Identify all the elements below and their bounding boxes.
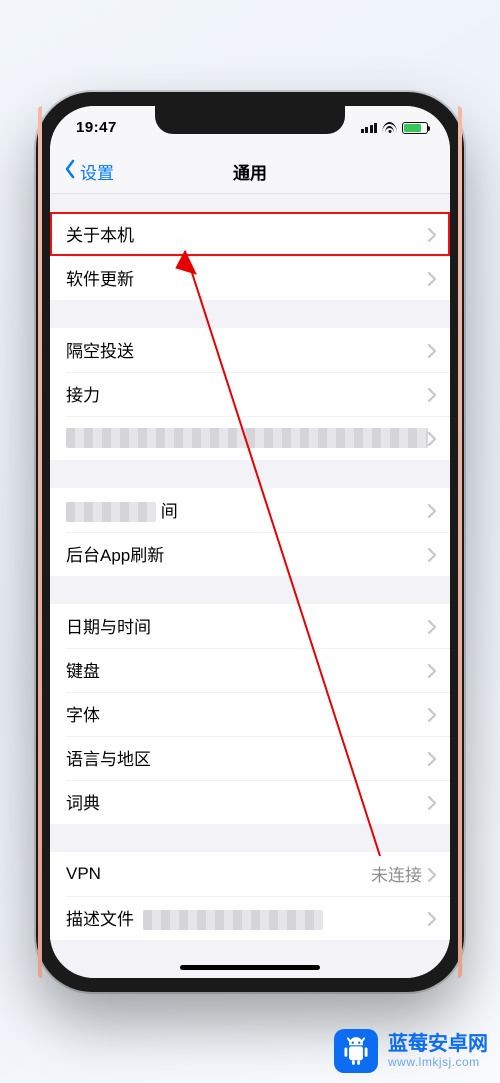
row-label: 后台App刷新 bbox=[66, 541, 428, 566]
row-keyboard[interactable]: 键盘 bbox=[50, 648, 450, 692]
phone-frame: 19:47 设置 通用 bbox=[36, 92, 464, 992]
row-label: 软件更新 bbox=[66, 265, 428, 290]
row-language-region[interactable]: 语言与地区 bbox=[50, 736, 450, 780]
chevron-right-icon bbox=[428, 503, 436, 517]
label-prefix: 描述文件 bbox=[66, 910, 134, 929]
chevron-right-icon bbox=[428, 867, 436, 881]
row-label: 键盘 bbox=[66, 657, 428, 682]
chevron-right-icon bbox=[428, 707, 436, 721]
nav-bar: 设置 通用 bbox=[50, 150, 450, 194]
row-software-update[interactable]: 软件更新 bbox=[50, 256, 450, 300]
chevron-right-icon bbox=[428, 271, 436, 285]
chevron-right-icon bbox=[428, 343, 436, 357]
battery-icon bbox=[402, 122, 428, 134]
row-fonts[interactable]: 字体 bbox=[50, 692, 450, 736]
row-label: 日期与时间 bbox=[66, 613, 428, 638]
home-indicator[interactable] bbox=[180, 965, 320, 970]
chevron-right-icon bbox=[428, 795, 436, 809]
status-time: 19:47 bbox=[76, 119, 117, 136]
chevron-right-icon bbox=[428, 619, 436, 633]
page-title: 通用 bbox=[233, 159, 267, 184]
screen: 19:47 设置 通用 bbox=[50, 106, 450, 978]
censored-label bbox=[66, 428, 428, 448]
label-suffix: 间 bbox=[161, 502, 178, 521]
notch bbox=[155, 106, 345, 134]
settings-list[interactable]: 关于本机 软件更新 隔空投送 接力 bbox=[50, 194, 450, 978]
row-dictionary[interactable]: 词典 bbox=[50, 780, 450, 824]
row-handoff[interactable]: 接力 bbox=[50, 372, 450, 416]
row-label: 隔空投送 bbox=[66, 337, 428, 362]
back-label: 设置 bbox=[80, 159, 114, 184]
row-censored-partial[interactable]: 间 bbox=[50, 488, 450, 532]
chevron-right-icon bbox=[428, 751, 436, 765]
row-about[interactable]: 关于本机 bbox=[50, 212, 450, 256]
chevron-right-icon bbox=[428, 387, 436, 401]
chevron-right-icon bbox=[428, 227, 436, 241]
row-label: 接力 bbox=[66, 381, 428, 406]
row-background-refresh[interactable]: 后台App刷新 bbox=[50, 532, 450, 576]
wifi-icon bbox=[382, 122, 397, 133]
chevron-right-icon bbox=[428, 911, 436, 925]
row-label: 描述文件 bbox=[66, 905, 428, 931]
cellular-icon bbox=[361, 123, 378, 133]
row-airdrop[interactable]: 隔空投送 bbox=[50, 328, 450, 372]
row-label: 字体 bbox=[66, 701, 428, 726]
row-vpn[interactable]: VPN 未连接 bbox=[50, 852, 450, 896]
chevron-right-icon bbox=[428, 547, 436, 561]
row-label: 间 bbox=[66, 497, 428, 523]
row-label: 词典 bbox=[66, 789, 428, 814]
row-value: 未连接 bbox=[371, 861, 422, 886]
row-label: VPN bbox=[66, 864, 371, 884]
censored-segment bbox=[143, 910, 323, 930]
chevron-left-icon bbox=[64, 159, 76, 184]
row-label: 语言与地区 bbox=[66, 745, 428, 770]
status-icons bbox=[361, 122, 429, 134]
row-profiles[interactable]: 描述文件 bbox=[50, 896, 450, 940]
chevron-right-icon bbox=[428, 431, 436, 445]
row-date-time[interactable]: 日期与时间 bbox=[50, 604, 450, 648]
chevron-right-icon bbox=[428, 663, 436, 677]
row-label: 关于本机 bbox=[66, 221, 428, 246]
row-censored[interactable] bbox=[50, 416, 450, 460]
back-button[interactable]: 设置 bbox=[58, 150, 120, 193]
censored-segment bbox=[66, 502, 156, 522]
